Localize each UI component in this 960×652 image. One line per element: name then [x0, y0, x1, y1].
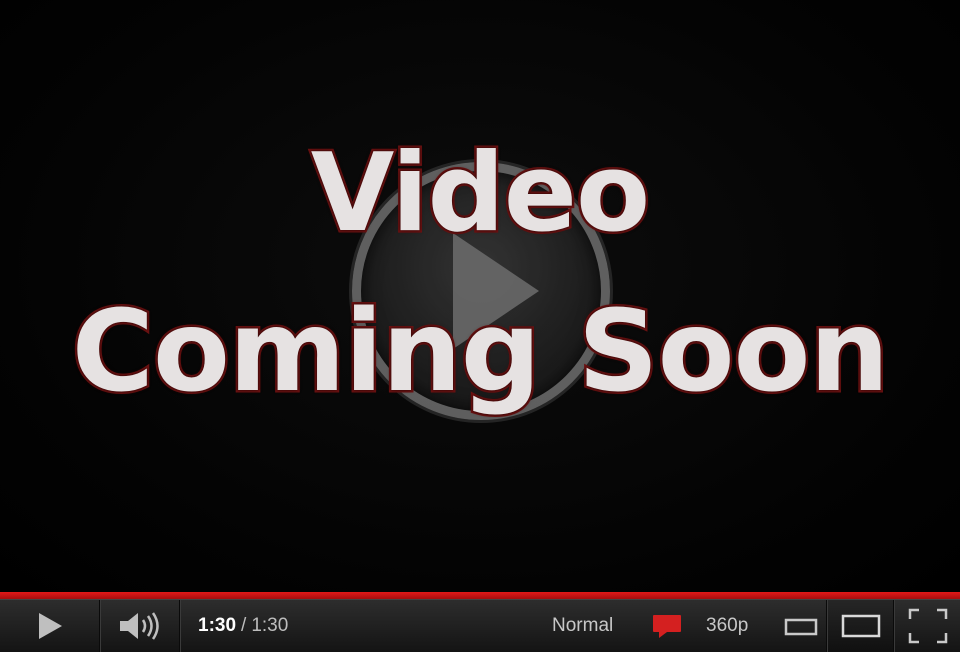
- large-player-icon: [841, 614, 880, 638]
- video-area[interactable]: Video Coming Soon: [0, 0, 960, 592]
- fullscreen-button[interactable]: [895, 600, 960, 652]
- captions-icon: [653, 615, 681, 638]
- control-bar: 1:30 / 1:30 Normal 360p: [0, 599, 960, 652]
- small-player-icon: [784, 618, 817, 636]
- fullscreen-icon: [908, 608, 947, 644]
- headline-video: Video: [308, 131, 652, 256]
- progress-played: [0, 592, 960, 599]
- speed-button[interactable]: Normal: [552, 600, 613, 652]
- large-player-button[interactable]: [828, 600, 894, 652]
- small-player-button[interactable]: [775, 600, 827, 652]
- duration: 1:30: [251, 615, 289, 636]
- play-button[interactable]: [0, 600, 100, 652]
- volume-button[interactable]: [100, 600, 180, 652]
- video-player: Video Coming Soon 1:30 / 1:30 Normal 360…: [0, 0, 960, 652]
- current-time: 1:30: [198, 615, 237, 636]
- quality-button[interactable]: 360p: [706, 600, 748, 652]
- time-display: 1:30 / 1:30: [198, 600, 288, 652]
- play-icon: [38, 613, 62, 639]
- headline-coming-soon: Coming Soon: [69, 287, 891, 417]
- captions-button[interactable]: [645, 600, 689, 652]
- progress-bar[interactable]: [0, 592, 960, 599]
- time-separator: /: [241, 615, 247, 636]
- volume-icon: [119, 612, 159, 640]
